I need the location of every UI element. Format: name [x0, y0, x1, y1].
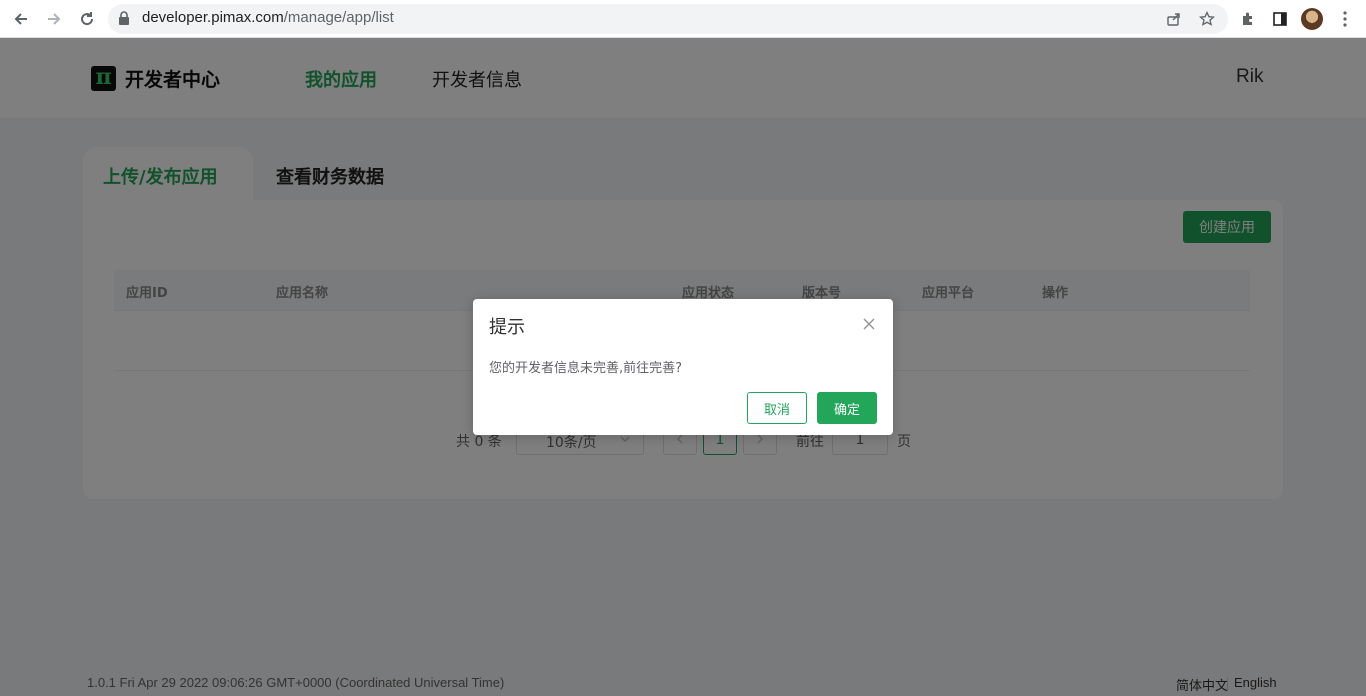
extensions-icon[interactable]: [1238, 9, 1258, 29]
address-bar[interactable]: developer.pimax.com/manage/app/list: [108, 4, 1228, 34]
confirm-button[interactable]: 确定: [817, 392, 877, 424]
star-icon[interactable]: [1198, 10, 1217, 29]
side-panel-icon[interactable]: [1270, 9, 1290, 29]
share-icon[interactable]: [1166, 11, 1184, 29]
reload-icon[interactable]: [75, 7, 99, 31]
browser-toolbar: developer.pimax.com/manage/app/list: [0, 0, 1366, 38]
avatar[interactable]: [1301, 8, 1323, 30]
forward-icon[interactable]: [42, 7, 66, 31]
close-icon[interactable]: [861, 316, 877, 332]
cancel-button[interactable]: 取消: [747, 392, 807, 424]
url-text: developer.pimax.com/manage/app/list: [142, 9, 394, 26]
dialog-message: 您的开发者信息未完善,前往完善?: [489, 361, 683, 376]
menu-icon[interactable]: [1335, 9, 1355, 29]
lock-icon[interactable]: [118, 11, 130, 30]
prompt-dialog: 提示 您的开发者信息未完善,前往完善? 取消 确定: [473, 299, 893, 435]
back-icon[interactable]: [9, 7, 33, 31]
dialog-title: 提示: [489, 317, 525, 338]
